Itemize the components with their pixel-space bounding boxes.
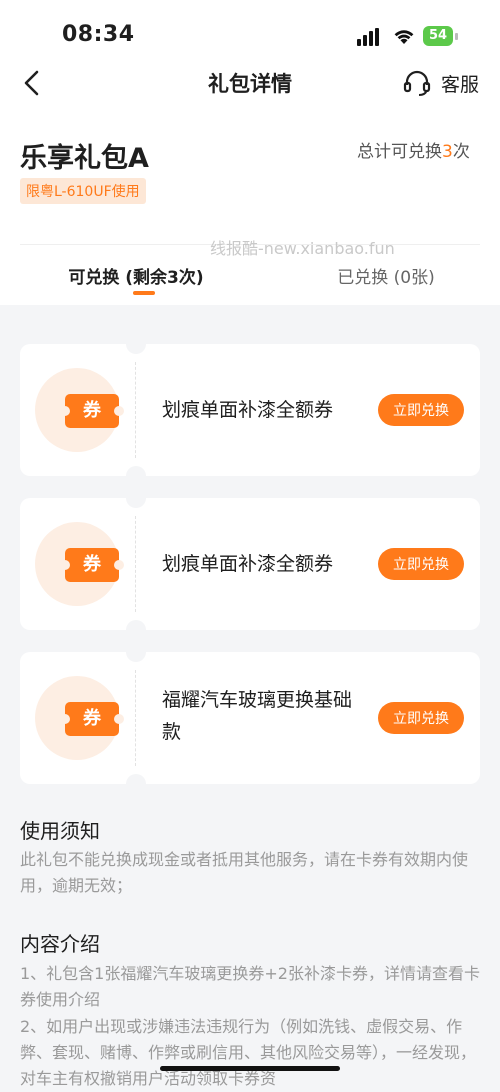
redeem-button[interactable]: 立即兑换 <box>378 702 464 734</box>
coupon-title: 福耀汽车玻璃更换基础款 <box>162 689 353 743</box>
coupon-notch <box>126 620 146 640</box>
notice-text: 此礼包不能兑换成现金或者抵用其他服务，请在卡券有效期内使用，逾期无效； <box>20 850 469 895</box>
battery-tip <box>455 33 458 40</box>
coupon-left-panel: 券 <box>20 652 136 784</box>
coupon-notch <box>126 334 146 354</box>
tab-redeemed[interactable]: 已兑换 (0张) <box>272 263 500 288</box>
coupon-divider <box>135 516 136 612</box>
coupon-card: 券 划痕单面补漆全额券 立即兑换 <box>20 488 480 640</box>
cellular-signal-icon <box>357 28 379 46</box>
battery-icon: 54 <box>423 26 453 46</box>
package-name: 乐享礼包A <box>20 143 149 174</box>
ticket-icon: 券 <box>60 394 124 428</box>
intro-title: 内容介绍 <box>20 932 100 956</box>
coupon-notch <box>126 774 146 794</box>
coupon-title: 划痕单面补漆全额券 <box>162 399 334 421</box>
coupon-divider <box>135 670 136 766</box>
total-redeemable: 总计可兑换3次 <box>357 137 470 162</box>
coupon-notch <box>126 488 146 508</box>
redeem-button[interactable]: 立即兑换 <box>378 548 464 580</box>
active-tab-indicator <box>133 291 155 295</box>
watermark-text: 线报酷-new.xianbao.fun <box>210 239 395 258</box>
ticket-icon: 券 <box>60 548 124 582</box>
redeem-button[interactable]: 立即兑换 <box>378 394 464 426</box>
total-prefix: 总计可兑换 <box>357 142 442 162</box>
coupon-icon-circle: 券 <box>35 368 124 452</box>
intro-line-1: 1、礼包含1张福耀汽车玻璃更换券+2张补漆卡券，详情请查看卡券使用介绍 <box>20 964 480 1009</box>
customer-service-link[interactable]: 客服 <box>441 70 479 97</box>
ticket-icon: 券 <box>60 702 124 736</box>
coupon-card: 券 福耀汽车玻璃更换基础款 立即兑换 <box>20 642 480 794</box>
home-indicator <box>160 1066 340 1071</box>
total-count: 3 <box>442 142 453 162</box>
coupon-card: 券 划痕单面补漆全额券 立即兑换 <box>20 334 480 486</box>
headset-icon[interactable] <box>402 68 432 98</box>
intro-line-2: 2、如用户出现或涉嫌违法违规行为（例如洗钱、虚假交易、作弊、套现、赌博、作弊或刷… <box>20 1017 477 1088</box>
coupon-left-panel: 券 <box>20 498 136 630</box>
coupon-left-panel: 券 <box>20 344 136 476</box>
coupon-icon-circle: 券 <box>35 676 124 760</box>
total-suffix: 次 <box>452 142 470 162</box>
coupon-notch <box>126 466 146 486</box>
coupon-title: 划痕单面补漆全额券 <box>162 553 334 575</box>
coupon-icon-circle: 券 <box>35 522 124 606</box>
wifi-icon <box>394 30 414 44</box>
coupon-divider <box>135 362 136 458</box>
tab-redeemable[interactable]: 可兑换 (剩余3次) <box>0 263 272 288</box>
status-time: 08:34 <box>62 22 135 47</box>
coupon-notch <box>126 642 146 662</box>
notice-title: 使用须知 <box>20 819 100 843</box>
vehicle-limit-badge: 限粤L-610UF使用 <box>20 178 146 204</box>
